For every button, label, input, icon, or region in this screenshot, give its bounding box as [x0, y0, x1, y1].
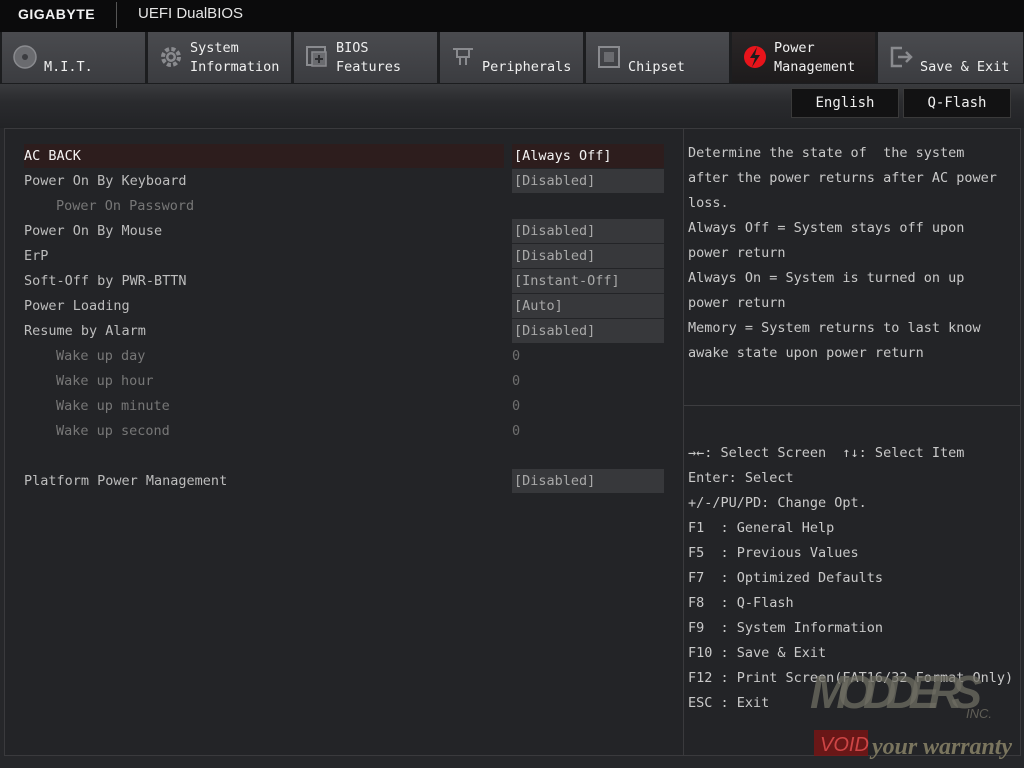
settings-panel: AC BACK [Always Off] Power On By Keyboar…: [4, 128, 684, 756]
setting-value: 0: [512, 423, 521, 439]
tab-label: System Information: [190, 40, 280, 75]
setting-label: Wake up minute: [56, 398, 170, 414]
setting-row-resume-by-alarm[interactable]: Resume by Alarm [Disabled]: [5, 319, 681, 344]
tab-label: Peripherals: [482, 59, 572, 75]
setting-row-ac-back[interactable]: AC BACK [Always Off]: [5, 144, 681, 169]
setting-row-soft-off[interactable]: Soft-Off by PWR-BTTN [Instant-Off]: [5, 269, 681, 294]
exit-icon: [890, 46, 913, 68]
help-text: awake state upon power return: [688, 345, 924, 361]
brand-divider: [116, 2, 117, 28]
tab-label: Chipset: [628, 59, 685, 75]
tab-system-information[interactable]: System Information: [148, 32, 292, 83]
key-hint: F8 : Q-Flash: [688, 595, 794, 611]
setting-value-dropdown[interactable]: [Disabled]: [512, 169, 664, 193]
tab-save-exit[interactable]: Save & Exit: [878, 32, 1024, 83]
help-text: Memory = System returns to last know: [688, 320, 981, 336]
product-title: UEFI DualBIOS: [138, 5, 244, 22]
setting-value: 0: [512, 373, 521, 389]
key-hint: F1 : General Help: [688, 520, 835, 536]
tab-label: Power Management: [774, 40, 856, 75]
help-text: power return: [688, 245, 786, 261]
row-highlight: [24, 144, 504, 168]
chip-add-icon: [306, 46, 327, 67]
help-text: Always On = System is turned on up: [688, 270, 965, 286]
help-text: Always Off = System stays off upon: [688, 220, 965, 236]
tab-label: BIOS Features: [336, 40, 402, 75]
setting-label: AC BACK: [24, 148, 81, 164]
qflash-button[interactable]: Q-Flash: [903, 88, 1011, 118]
setting-label: Wake up day: [56, 348, 146, 364]
tab-power-management[interactable]: Power Management: [732, 32, 876, 83]
setting-value-dropdown[interactable]: [Auto]: [512, 294, 664, 318]
connector-icon: [453, 48, 473, 65]
key-hint: F12 : Print Screen(FAT16/32 Format Only): [688, 670, 1014, 686]
tab-bios-features[interactable]: BIOS Features: [294, 32, 438, 83]
key-hint: F7 : Optimized Defaults: [688, 570, 884, 586]
lightning-icon: [744, 46, 766, 68]
setting-label: ErP: [24, 248, 49, 264]
title-bar: GIGABYTE UEFI DualBIOS: [0, 0, 1024, 32]
help-text: loss.: [688, 195, 729, 211]
help-divider: [684, 405, 1020, 406]
setting-row-power-on-password: Power On Password: [5, 194, 681, 219]
tab-label: Save & Exit: [920, 59, 1010, 75]
setting-row-wake-up-hour: Wake up hour 0: [5, 369, 681, 394]
help-text: after the power returns after AC power: [688, 170, 997, 186]
brand-logo: GIGABYTE: [18, 6, 96, 22]
chipset-icon: [598, 46, 620, 68]
tab-chipset[interactable]: Chipset: [586, 32, 730, 83]
setting-row-erp[interactable]: ErP [Disabled]: [5, 244, 681, 269]
gear-icon: [161, 47, 181, 67]
setting-row-power-loading[interactable]: Power Loading [Auto]: [5, 294, 681, 319]
key-hint: F5 : Previous Values: [688, 545, 859, 561]
tab-label: M.I.T.: [44, 59, 93, 75]
setting-row-power-on-by-mouse[interactable]: Power On By Mouse [Disabled]: [5, 219, 681, 244]
setting-label: Power On By Mouse: [24, 223, 163, 239]
key-hint: →←: Select Screen ↑↓: Select Item: [688, 445, 965, 461]
setting-label: Power On By Keyboard: [24, 173, 187, 189]
language-button[interactable]: English: [791, 88, 899, 118]
setting-label: Wake up hour: [56, 373, 154, 389]
key-hint: +/-/PU/PD: Change Opt.: [688, 495, 867, 511]
setting-label: Soft-Off by PWR-BTTN: [24, 273, 187, 289]
help-text: Determine the state of the system: [688, 145, 965, 161]
setting-value: 0: [512, 348, 521, 364]
key-hint: Enter: Select: [688, 470, 794, 486]
key-hint: F10 : Save & Exit: [688, 645, 827, 661]
setting-value-dropdown[interactable]: [Always Off]: [512, 144, 664, 168]
tab-bar: M.I.T. System Information BIOS Features …: [0, 32, 1024, 84]
setting-label: Power Loading: [24, 298, 130, 314]
setting-row-wake-up-second: Wake up second 0: [5, 419, 681, 444]
setting-row-platform-power-management[interactable]: Platform Power Management [Disabled]: [5, 469, 681, 494]
setting-label: Power On Password: [56, 198, 195, 214]
gauge-icon: [13, 45, 37, 69]
setting-row-wake-up-day: Wake up day 0: [5, 344, 681, 369]
key-hint: ESC : Exit: [688, 695, 770, 711]
key-hint: F9 : System Information: [688, 620, 884, 636]
setting-row-wake-up-minute: Wake up minute 0: [5, 394, 681, 419]
setting-label: Resume by Alarm: [24, 323, 146, 339]
help-text: power return: [688, 295, 786, 311]
tab-mit[interactable]: M.I.T.: [2, 32, 146, 83]
help-panel: Determine the state of the system after …: [683, 128, 1021, 756]
tab-peripherals[interactable]: Peripherals: [440, 32, 584, 83]
setting-value-dropdown[interactable]: [Instant-Off]: [512, 269, 664, 293]
setting-value-dropdown[interactable]: [Disabled]: [512, 219, 664, 243]
setting-value: 0: [512, 398, 521, 414]
setting-label: Wake up second: [56, 423, 170, 439]
setting-value-dropdown[interactable]: [Disabled]: [512, 244, 664, 268]
setting-row-power-on-by-keyboard[interactable]: Power On By Keyboard [Disabled]: [5, 169, 681, 194]
setting-value-dropdown[interactable]: [Disabled]: [512, 319, 664, 343]
setting-value-dropdown[interactable]: [Disabled]: [512, 469, 664, 493]
setting-label: Platform Power Management: [24, 473, 228, 489]
